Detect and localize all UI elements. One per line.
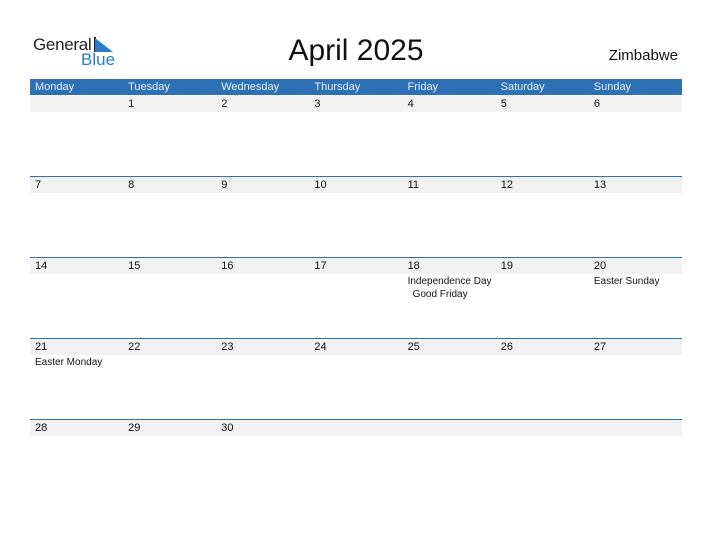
week-row: 14 15 16 17 18 Independence Day Good Friday 19 2…: [30, 257, 682, 338]
day-cell: 1: [123, 96, 216, 176]
day-number: 28: [35, 422, 48, 434]
day-number: 8: [128, 179, 135, 191]
weekday-header: Monday Tuesday Wednesday Thursday Friday…: [30, 79, 682, 95]
day-cell: 8: [123, 177, 216, 257]
weekday-wednesday: Wednesday: [221, 81, 280, 93]
day-number: 24: [314, 341, 327, 353]
day-cell: 3: [309, 96, 402, 176]
calendar-title: April 2025: [288, 34, 424, 67]
day-number: 6: [593, 98, 600, 110]
day-number: 21: [35, 341, 48, 353]
day-number: 16: [221, 260, 234, 272]
weekday-thursday: Thursday: [314, 81, 361, 93]
day-number: 23: [221, 341, 234, 353]
day-number: 5: [500, 98, 507, 110]
day-number: 10: [314, 179, 327, 191]
day-cell: 6: [589, 96, 682, 176]
holiday-event: Easter Sunday: [593, 276, 660, 287]
day-number: 11: [407, 179, 419, 191]
day-cell: 27: [589, 339, 682, 419]
weekday-sunday: Sunday: [593, 81, 632, 93]
weekday-friday: Friday: [407, 81, 439, 93]
week-row: 7 8 9 10 11 12 13: [30, 176, 682, 257]
day-cell: 20 Easter Sunday: [589, 258, 682, 338]
day-cell: 17: [309, 258, 402, 338]
day-number: 26: [500, 341, 513, 353]
day-cell: 30: [216, 420, 309, 500]
day-number: 25: [407, 341, 420, 353]
day-cell: 5: [496, 96, 589, 176]
day-cell: [403, 420, 496, 500]
day-cell: 4: [403, 96, 496, 176]
holiday-event: Good Friday: [412, 289, 468, 300]
day-cell: [309, 420, 402, 500]
holiday-event: Independence Day: [407, 276, 492, 287]
day-cell: 11: [403, 177, 496, 257]
day-cell: 24: [309, 339, 402, 419]
day-cell: 13: [589, 177, 682, 257]
country-label: Zimbabwe: [608, 47, 678, 64]
day-cell: [30, 96, 123, 176]
day-number: 12: [500, 179, 513, 191]
day-cell: [496, 420, 589, 500]
day-number: 14: [35, 260, 48, 272]
day-cell: 16: [216, 258, 309, 338]
week-row: 1 2 3 4 5 6: [30, 95, 682, 176]
day-cell: 21 Easter Monday: [30, 339, 123, 419]
weekday-tuesday: Tuesday: [128, 81, 170, 93]
day-cell: 2: [216, 96, 309, 176]
day-number: 9: [221, 179, 228, 191]
day-cell: [589, 420, 682, 500]
weekday-saturday: Saturday: [500, 81, 545, 93]
day-number: 30: [221, 422, 234, 434]
holiday-event: Easter Monday: [35, 357, 103, 368]
day-number: 19: [500, 260, 513, 272]
day-cell: 18 Independence Day Good Friday: [403, 258, 496, 338]
weekday-monday: Monday: [35, 81, 75, 93]
day-cell: 29: [123, 420, 216, 500]
day-cell: 28: [30, 420, 123, 500]
day-number: 22: [128, 341, 141, 353]
week-row: 28 29 30: [30, 419, 682, 500]
day-number: 17: [314, 260, 327, 272]
day-number: 1: [128, 98, 135, 110]
day-number: 27: [593, 341, 607, 353]
day-cell: 10: [309, 177, 402, 257]
day-cell: 7: [30, 177, 123, 257]
day-cell: 19: [496, 258, 589, 338]
day-cell: 15: [123, 258, 216, 338]
day-number: 7: [35, 179, 42, 191]
day-cell: 12: [496, 177, 589, 257]
day-number: 13: [593, 179, 607, 191]
day-number: 2: [221, 98, 228, 110]
day-number: 15: [128, 260, 141, 272]
day-cell: 22: [123, 339, 216, 419]
day-number: 29: [128, 422, 141, 434]
day-cell: 26: [496, 339, 589, 419]
day-cell: 23: [216, 339, 309, 419]
day-cell: 9: [216, 177, 309, 257]
day-number: 18: [407, 260, 420, 272]
week-row: 21 Easter Monday 22 23 24 25 26 27: [30, 338, 682, 419]
day-number: 3: [314, 98, 321, 110]
day-cell: 25: [403, 339, 496, 419]
day-number: 4: [407, 98, 414, 110]
day-number: 20: [593, 260, 607, 272]
day-cell: 14: [30, 258, 123, 338]
